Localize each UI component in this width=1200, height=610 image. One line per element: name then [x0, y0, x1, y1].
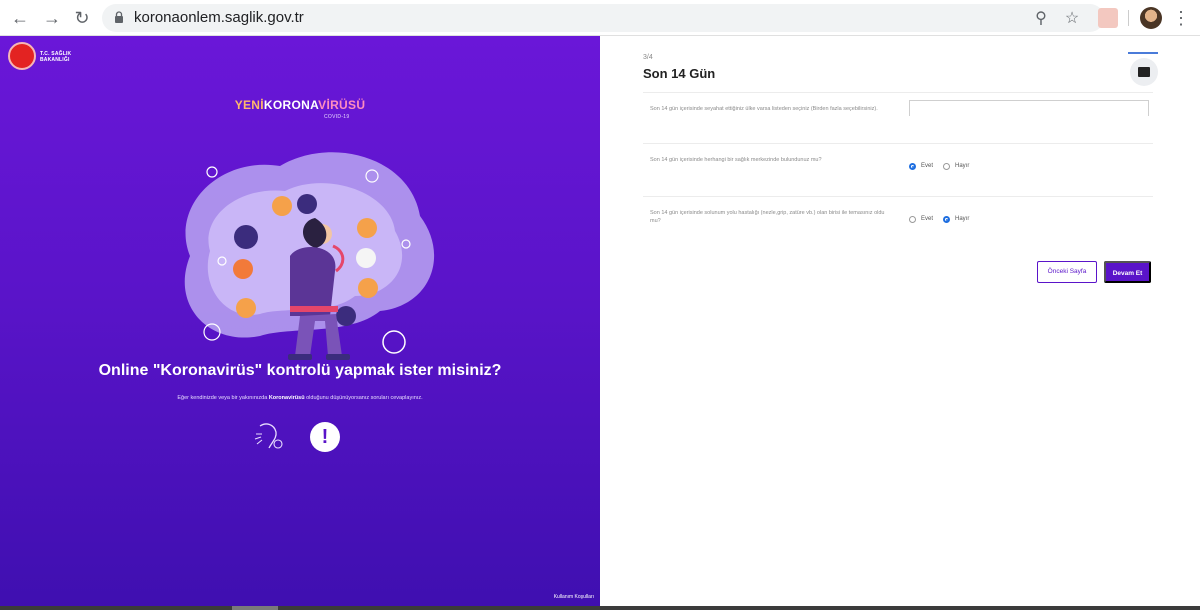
taskbar-active-item[interactable]	[232, 606, 278, 610]
hero-subtitle-bold: Koronavirüsü	[268, 395, 305, 401]
respiratory-contact-yes-radio[interactable]	[909, 216, 916, 223]
hero-subtitle-pre: Eğer kendinizde veya bir yakınınızda	[177, 395, 269, 401]
lock-icon	[115, 11, 123, 23]
previous-page-button[interactable]: Önceki Sayfa	[1037, 261, 1097, 283]
question-health-center: Son 14 gün içerisinde herhangi bir sağlı…	[650, 157, 822, 163]
zoom-icon[interactable]: ⚲	[1031, 8, 1051, 28]
os-taskbar	[0, 606, 1200, 610]
step-indicator: 3/4	[643, 54, 653, 61]
address-bar[interactable]: koronaonlem.saglik.gov.tr ⚲ ☆	[102, 4, 1104, 32]
terms-link[interactable]: Kullanım Koşulları	[554, 594, 594, 600]
respiratory-contact-no-label[interactable]: Hayır	[955, 216, 969, 222]
divider	[643, 143, 1153, 144]
forward-icon[interactable]: →	[42, 8, 62, 28]
star-icon[interactable]: ☆	[1062, 8, 1082, 28]
question-respiratory-contact: Son 14 gün içerisinde solunum yolu hasta…	[650, 210, 885, 224]
ministry-seal-icon	[8, 42, 36, 70]
health-center-no-label[interactable]: Hayır	[955, 163, 969, 169]
form-panel: 3/4 Son 14 Gün Son 14 gün içerisinde sey…	[600, 36, 1200, 608]
kebab-menu-icon[interactable]: ⋮	[1172, 7, 1190, 29]
hero-panel: T.C. SAĞLIK BAKANLIĞI YENİKORONAVİRÜSÜ C…	[0, 36, 600, 608]
pdf-extension-icon[interactable]	[1098, 8, 1118, 28]
back-icon[interactable]: ←	[10, 8, 30, 28]
health-center-no-radio[interactable]	[943, 163, 950, 170]
alert-icon: !	[310, 422, 340, 452]
divider	[643, 196, 1153, 197]
toolbar-separator	[1128, 10, 1129, 26]
browser-toolbar: ← → ↻ koronaonlem.saglik.gov.tr ⚲ ☆ ⋮	[0, 0, 1200, 36]
country-multiselect[interactable]	[909, 100, 1149, 116]
calendar-button[interactable]	[1130, 58, 1158, 86]
question-travel: Son 14 gün içerisinde seyahat ettiğiniz …	[650, 106, 878, 112]
hero-subtitle-post: olduğunu düşünüyorsanız soruları cevapla…	[304, 395, 423, 401]
divider	[643, 92, 1153, 93]
step-progress-line	[1128, 52, 1158, 54]
health-center-yes-radio[interactable]	[909, 163, 916, 170]
brand-virus: VİRÜSÜ	[318, 98, 366, 112]
respiratory-contact-no-radio[interactable]	[943, 216, 950, 223]
respiratory-contact-yes-label[interactable]: Evet	[921, 216, 933, 222]
hero-title: Online "Koronavirüs" kontrolü yapmak ist…	[98, 362, 502, 379]
brand-yeni: YENİ	[234, 98, 264, 112]
brand-korona: KORONA	[263, 98, 319, 112]
coughing-person-illustration	[184, 152, 435, 360]
reload-icon[interactable]: ↻	[72, 8, 92, 28]
campaign-logo: YENİKORONAVİRÜSÜ	[0, 98, 600, 112]
cough-icon	[254, 423, 283, 449]
url-text: koronaonlem.saglik.gov.tr	[134, 9, 304, 26]
continue-button[interactable]: Devam Et	[1104, 261, 1151, 283]
health-center-yes-label[interactable]: Evet	[921, 163, 933, 169]
profile-avatar[interactable]	[1140, 7, 1162, 29]
page-title: Son 14 Gün	[643, 66, 716, 81]
calendar-icon	[1138, 67, 1150, 77]
ministry-name: T.C. SAĞLIK BAKANLIĞI	[40, 51, 72, 63]
brand-subtitle: COVID-19	[324, 114, 350, 120]
hero-subtitle: Eğer kendinizde veya bir yakınınızda Kor…	[0, 395, 600, 401]
